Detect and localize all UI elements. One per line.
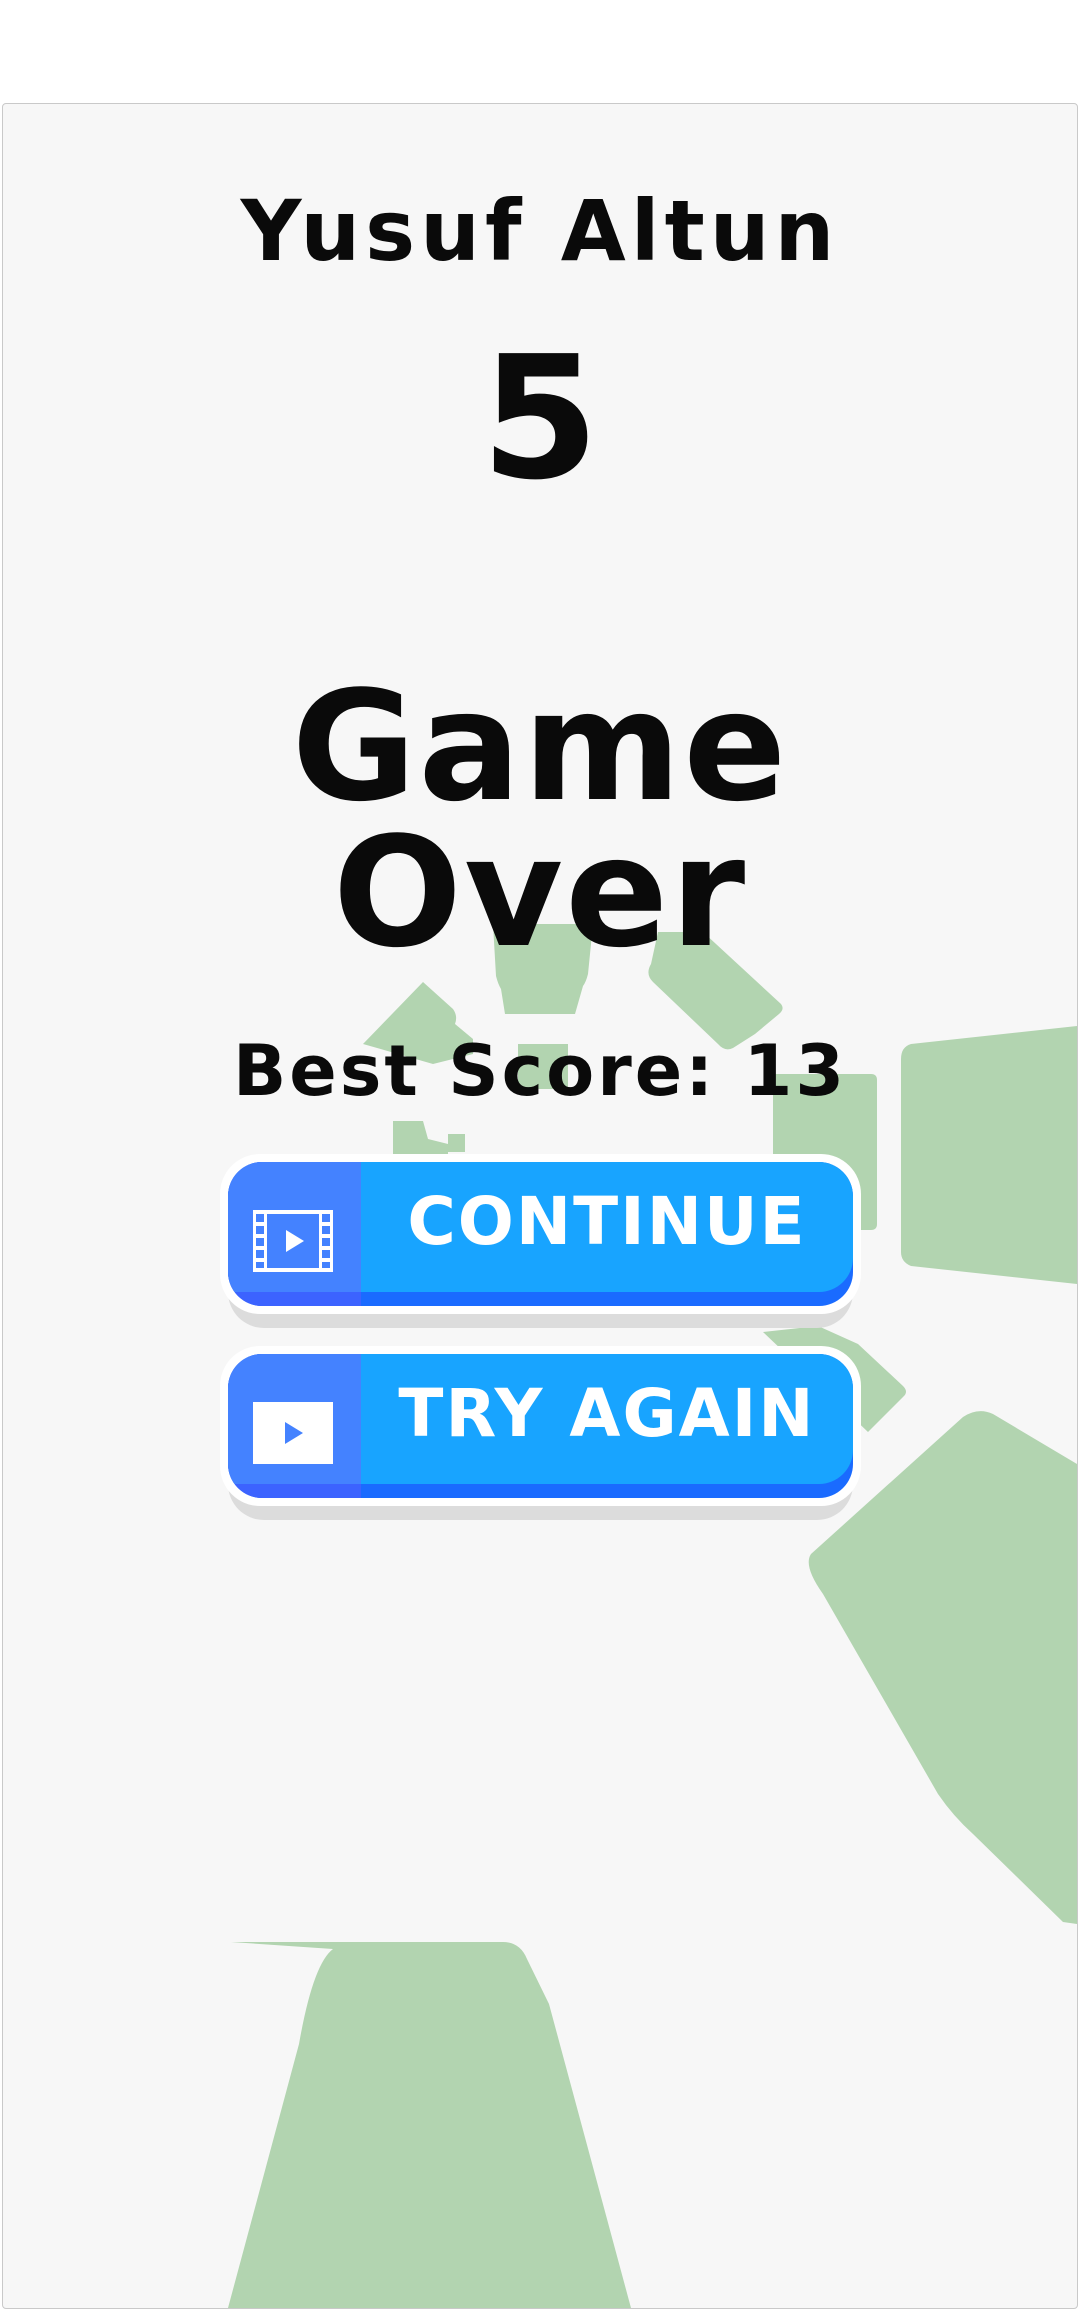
button-face: TRY AGAIN xyxy=(228,1354,853,1498)
current-score: 5 xyxy=(480,320,600,518)
film-strip-play-icon xyxy=(253,1210,333,1272)
continue-button[interactable]: CONTINUE xyxy=(220,1154,861,1328)
best-score: Best Score: 13 xyxy=(232,1030,848,1112)
play-icon xyxy=(253,1402,333,1464)
try-again-button[interactable]: TRY AGAIN xyxy=(220,1346,861,1520)
player-name: Yusuf Altun xyxy=(240,182,840,280)
button-face: CONTINUE xyxy=(228,1162,853,1306)
continue-button-label: CONTINUE xyxy=(407,1183,807,1260)
bg-shape xyxy=(228,1942,631,2308)
game-over-title: Game Over xyxy=(3,658,1077,981)
game-over-line-2: Over xyxy=(332,804,748,981)
button-icon-zone-top xyxy=(228,1354,361,1484)
game-over-line-1: Game xyxy=(291,658,789,835)
try-again-button-label: TRY AGAIN xyxy=(398,1375,816,1452)
game-screen: Yusuf Altun 5 Game Over Best Score: 13 C… xyxy=(2,103,1078,2309)
bg-shape xyxy=(448,1134,465,1152)
button-icon-zone-top xyxy=(228,1162,361,1292)
